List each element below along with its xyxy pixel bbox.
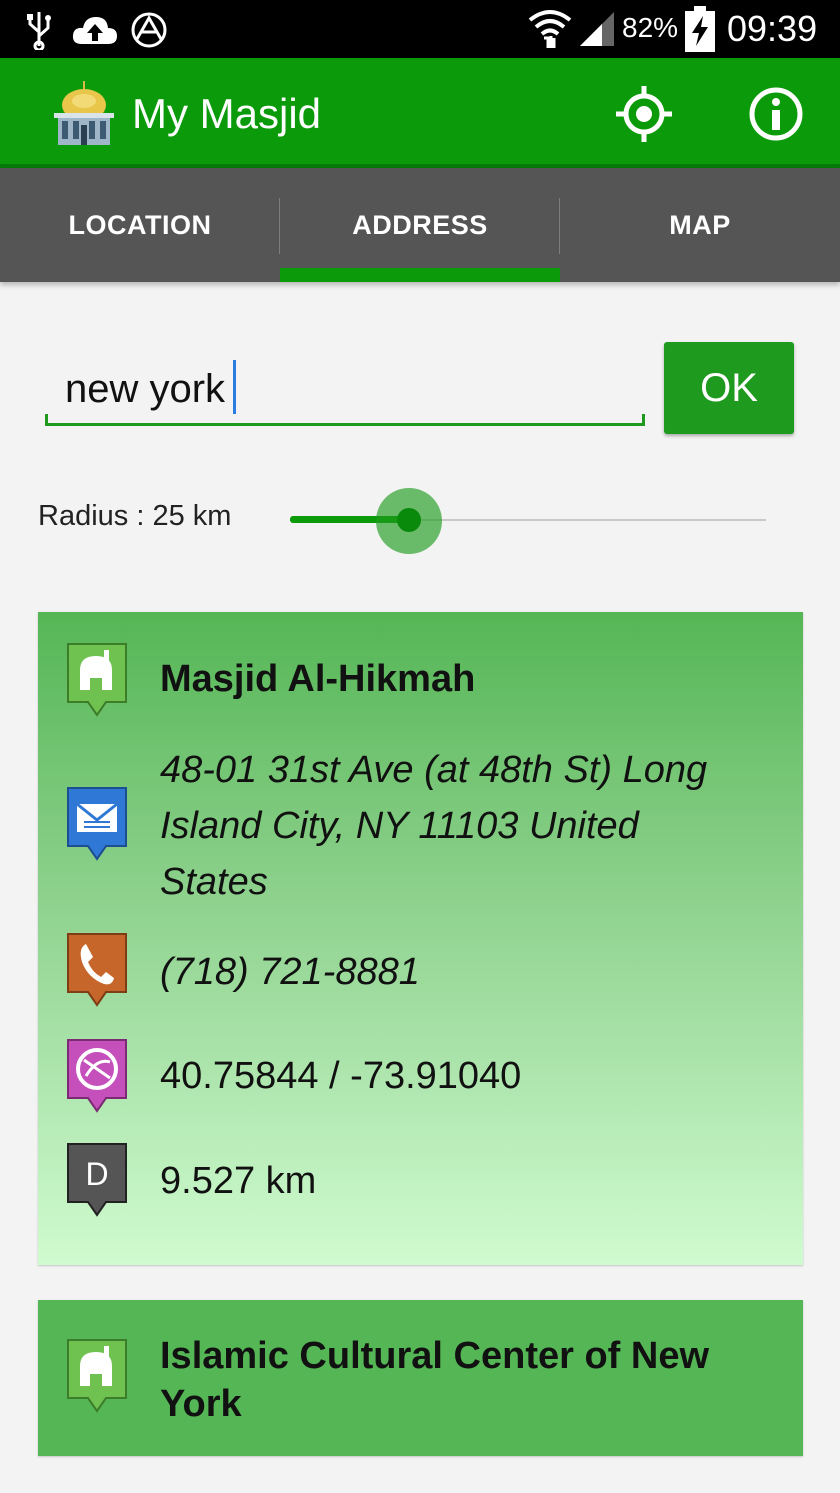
battery-charging-icon [685,6,715,52]
input-underline-tick [642,414,645,426]
mosque-logo-icon [54,81,114,145]
mosque-phone[interactable]: (718) 721-8881 [160,944,420,1000]
cloud-upload-icon [72,17,117,44]
logo-app-icon [131,12,167,48]
name-line: Islamic Cultural Center of New [160,1335,710,1377]
selected-tab-indicator [280,268,560,282]
address-line: 48-01 31st Ave (at 48th St) Long [160,749,708,791]
app-title: My Masjid [132,90,322,137]
address-line: Island City, NY 11103 United [160,805,639,847]
signal-icon [580,12,614,46]
locate-icon[interactable] [614,84,674,144]
app-bar: My Masjid [0,58,840,168]
usb-icon [27,12,51,50]
envelope-pin-icon [67,787,127,861]
tab-bar: LOCATION ADDRESS MAP [0,168,840,282]
distance-pin-letter: D [85,1156,108,1192]
result-card[interactable]: Islamic Cultural Center of New York [38,1300,803,1456]
status-bar: 82% 09:39 [0,0,840,58]
tab-map[interactable]: MAP [560,168,840,282]
mosque-name: Masjid Al-Hikmah [160,658,476,700]
result-card[interactable]: Masjid Al-Hikmah 48-01 31st Ave (at 48th… [38,612,803,1265]
mosque-distance: 9.527 km [160,1160,317,1202]
tab-address[interactable]: ADDRESS [280,168,560,282]
tab-location[interactable]: LOCATION [0,168,280,282]
input-underline-tick [45,414,48,426]
mosque-name: Islamic Cultural Center of New York [160,1332,709,1428]
battery-percent: 82% [622,12,679,43]
mosque-coordinates: 40.75844 / -73.91040 [160,1055,522,1097]
slider-thumb[interactable] [397,508,421,532]
ok-button[interactable]: OK [664,342,794,434]
clock: 09:39 [727,8,818,49]
radius-label: Radius : 25 km [38,500,232,532]
coordinates-pin-icon [67,1039,127,1113]
wifi-icon [528,10,572,48]
phone-pin-icon [67,933,127,1007]
mosque-pin-icon [67,1339,127,1413]
mosque-address: 48-01 31st Ave (at 48th St) Long Island … [160,742,790,910]
name-line: York [160,1383,242,1425]
address-line: States [160,861,268,903]
text-caret [233,360,236,414]
info-icon[interactable] [746,84,806,144]
mosque-pin-icon [67,643,127,717]
radius-slider[interactable] [290,488,766,554]
distance-pin-icon: D [67,1143,127,1217]
address-search-input[interactable] [45,356,645,426]
